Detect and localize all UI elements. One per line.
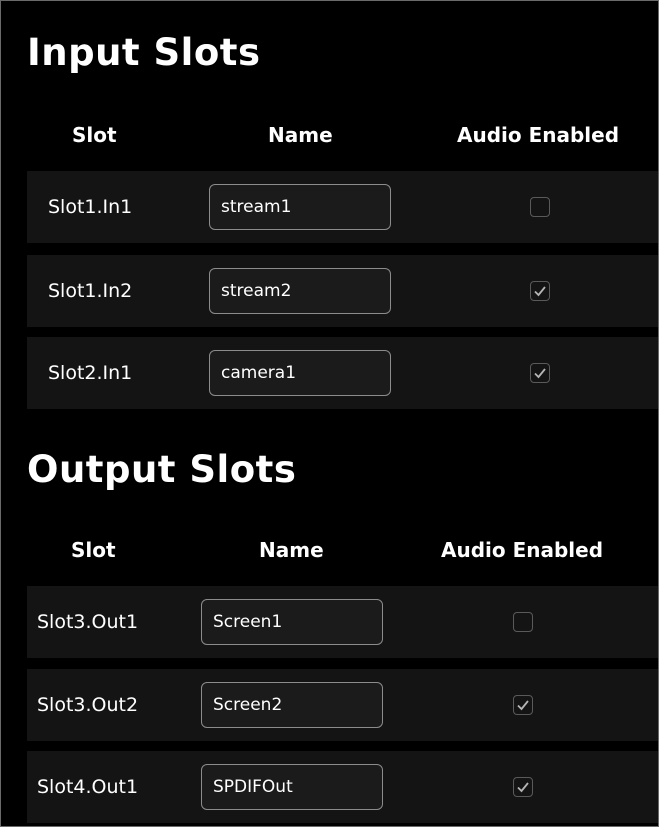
input-header-name: Name xyxy=(268,123,333,147)
audio-enabled-checkbox[interactable] xyxy=(513,612,533,632)
slot-name-input[interactable] xyxy=(201,764,383,810)
input-slot-row: Slot1.In2 xyxy=(27,255,658,327)
output-slot-row: Slot4.Out1 xyxy=(27,751,658,823)
slot-label: Slot1.In2 xyxy=(48,280,133,302)
checkmark-icon xyxy=(517,782,529,793)
slot-config-panel: Input Slots Slot Name Audio Enabled Slot… xyxy=(0,0,659,827)
audio-enabled-checkbox[interactable] xyxy=(513,777,533,797)
slot-name-input[interactable] xyxy=(201,599,383,645)
output-slots-title: Output Slots xyxy=(27,448,297,491)
input-header-slot: Slot xyxy=(72,123,117,147)
slot-label: Slot3.Out1 xyxy=(37,611,139,633)
slot-name-input[interactable] xyxy=(209,268,391,314)
checkmark-icon xyxy=(534,368,546,379)
output-header-name: Name xyxy=(259,538,324,562)
input-slots-title: Input Slots xyxy=(27,31,261,74)
output-slot-row: Slot3.Out2 xyxy=(27,669,658,741)
input-slot-row: Slot1.In1 xyxy=(27,171,658,243)
input-header-audio: Audio Enabled xyxy=(457,123,620,147)
output-slot-row: Slot3.Out1 xyxy=(27,586,658,658)
slot-label: Slot4.Out1 xyxy=(37,776,139,798)
input-slot-row: Slot2.In1 xyxy=(27,337,658,409)
audio-enabled-checkbox[interactable] xyxy=(530,363,550,383)
output-header-audio: Audio Enabled xyxy=(441,538,604,562)
slot-label: Slot2.In1 xyxy=(48,362,133,384)
audio-enabled-checkbox[interactable] xyxy=(530,197,550,217)
slot-name-input[interactable] xyxy=(209,350,391,396)
slot-name-input[interactable] xyxy=(201,682,383,728)
audio-enabled-checkbox[interactable] xyxy=(513,695,533,715)
checkmark-icon xyxy=(534,286,546,297)
output-header-slot: Slot xyxy=(71,538,116,562)
slot-name-input[interactable] xyxy=(209,184,391,230)
slot-label: Slot1.In1 xyxy=(48,196,133,218)
slot-label: Slot3.Out2 xyxy=(37,694,139,716)
checkmark-icon xyxy=(517,700,529,711)
audio-enabled-checkbox[interactable] xyxy=(530,281,550,301)
